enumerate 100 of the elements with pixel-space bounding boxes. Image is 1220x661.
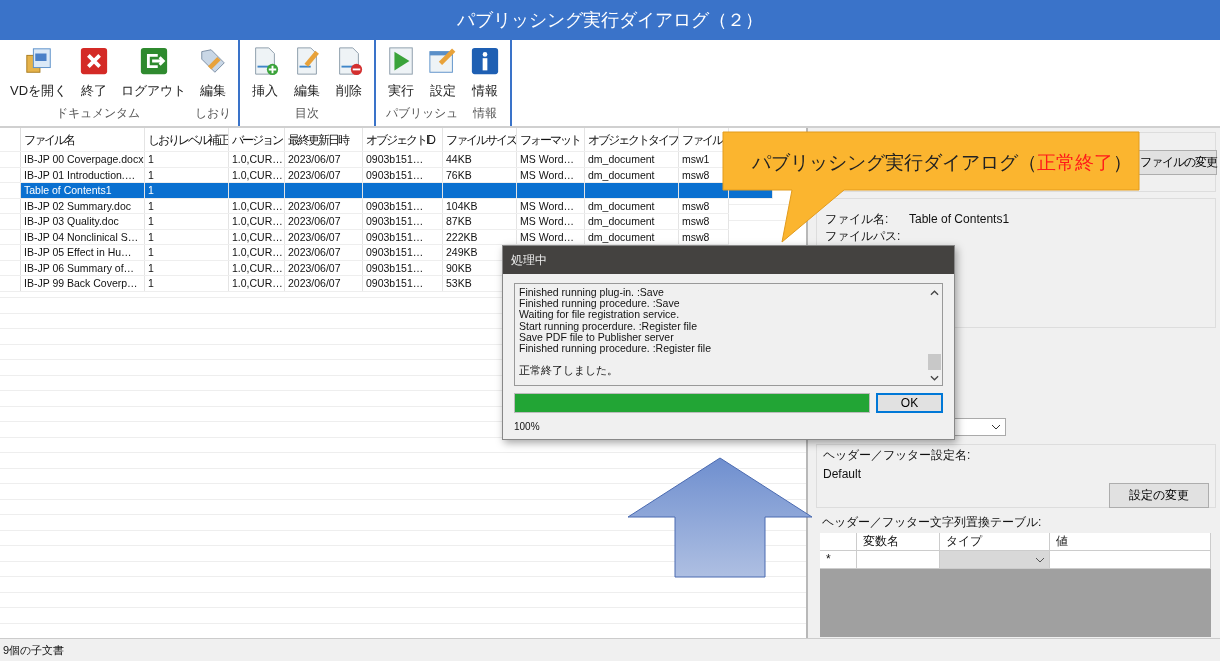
log-line: Waiting for file registration service. (519, 309, 681, 321)
table-cell: dm_document (585, 214, 679, 229)
table-cell: MS Word… (517, 152, 585, 167)
table-cell: 0903b151… (363, 229, 443, 244)
table-cell: dm_document (585, 152, 679, 167)
table-cell: 0903b151… (363, 245, 443, 260)
toolbar-button[interactable]: 編集 (192, 46, 235, 100)
toolbar-button[interactable]: 編集 (286, 46, 329, 100)
table-cell: msw8 (679, 198, 729, 213)
table-cell: 1.0,CUR… (229, 152, 285, 167)
toolbar-button[interactable]: 設定 (422, 46, 465, 100)
field-value: Default (823, 467, 863, 481)
table-row[interactable]: IB-JP 03 Quality.doc 1 1.0,CUR… 2023/06/07 0903b151… 87KB MS Word… dm_document msw8 (0, 214, 729, 230)
table-cell: 1 (145, 167, 229, 182)
table-cell: 1.0,CUR… (229, 214, 285, 229)
chevron-down-icon (930, 375, 939, 381)
column-header[interactable]: しおりレベル補正 (145, 128, 229, 151)
table-cell: msw8 (679, 214, 729, 229)
column-header[interactable]: フォーマット (517, 128, 585, 151)
toolbar-button[interactable]: 挿入 (244, 46, 287, 100)
column-header[interactable]: ファイル名 (21, 128, 145, 151)
log-line: Finished running procedure. :Save (519, 298, 681, 310)
table-row[interactable]: Table of Contents1 1 (0, 183, 773, 199)
log-line: Start running procerdure. :Register file (519, 320, 698, 332)
table-cell: IB-JP 00 Coverpage.docx (21, 152, 145, 167)
table-cell: dm_document (585, 198, 679, 213)
table-cell: 2023/06/07 (285, 167, 363, 182)
table-cell: dm_document (585, 167, 679, 182)
chevron-down-icon (991, 424, 1001, 430)
table-cell: 2023/06/07 (285, 229, 363, 244)
column-header[interactable]: 値 (1050, 533, 1211, 550)
column-header[interactable]: 変数名 (857, 533, 940, 550)
table-cell: IB-JP 03 Quality.doc (21, 214, 145, 229)
exit-icon (138, 46, 169, 76)
toolbar-button[interactable]: 終了 (73, 46, 116, 100)
table-cell: MS Word… (517, 167, 585, 182)
table-cell: 1 (145, 198, 229, 213)
table-cell: 1 (145, 183, 229, 198)
change-settings-button[interactable]: 設定の変更 (1109, 483, 1209, 508)
table-cell: 1.0,CUR… (229, 260, 285, 275)
table-cell: 76KB (443, 167, 517, 182)
table-cell: 2023/06/07 (285, 245, 363, 260)
field-label: ヘッダー／フッター設定名: (823, 447, 972, 464)
table-cell: IB-JP 01 Introduction.… (21, 167, 145, 182)
table-cell: 2023/06/07 (285, 214, 363, 229)
table-cell: 0903b151… (363, 167, 443, 182)
type-dropdown[interactable] (940, 551, 1050, 568)
group-label: 目次 (295, 105, 320, 122)
column-header[interactable]: オブジェクトタイプ (585, 128, 679, 151)
table-cell: MS Word… (517, 214, 585, 229)
chevron-up-icon (930, 290, 939, 296)
table-cell: 87KB (443, 214, 517, 229)
change-file-button[interactable]: ファイルの変更 (1137, 149, 1217, 175)
table-cell: 2023/06/07 (285, 152, 363, 167)
status-text: 9個の子文書 (3, 642, 65, 658)
field-label: ファイル名: (825, 212, 890, 226)
table-cell: 0903b151… (363, 152, 443, 167)
log-line: Finished running procedure. :Register file (519, 343, 713, 355)
table-cell: IB-JP 04 Nonclinical S… (21, 229, 145, 244)
table-cell: 222KB (443, 229, 517, 244)
group-label: 情報 (473, 105, 498, 122)
table-cell: MS Word… (517, 229, 585, 244)
table-cell: 1 (145, 229, 229, 244)
table-cell: 2023/06/07 (285, 198, 363, 213)
field-label: ファイルパス: (825, 229, 902, 243)
table-cell: Table of Contents1 (21, 183, 145, 198)
ok-button[interactable]: OK (876, 393, 943, 413)
toolbar-button[interactable]: VDを開く (4, 46, 74, 100)
close-icon (79, 46, 110, 76)
table-cell: 0903b151… (363, 198, 443, 213)
toolbar-button[interactable]: 情報 (464, 46, 507, 100)
table-cell: IB-JP 05 Effect in Hu… (21, 245, 145, 260)
table-cell: msw8 (679, 229, 729, 244)
column-header[interactable]: バージョン (229, 128, 285, 151)
log-line: Save PDF file to Publisher server (519, 331, 674, 343)
column-header[interactable]: ファイルサイズ (443, 128, 517, 151)
column-header[interactable]: タイプ (940, 533, 1050, 550)
table-cell: 1.0,CUR… (229, 276, 285, 291)
table-cell: 104KB (443, 198, 517, 213)
table-cell: MS Word… (517, 198, 585, 213)
folder-document-icon (23, 46, 54, 76)
toolbar-button[interactable]: ログアウト (115, 46, 193, 100)
table-cell: 0903b151… (363, 276, 443, 291)
column-header[interactable]: 最終更新日時 (285, 128, 363, 151)
chevron-down-icon (1035, 556, 1045, 563)
table-cell: 1 (145, 260, 229, 275)
column-header[interactable]: オブジェクトID (363, 128, 443, 151)
scrollbar-thumb[interactable] (928, 354, 941, 370)
table-cell: 1 (145, 152, 229, 167)
field-value: Table of Contents1 (909, 212, 1010, 226)
table-cell: 0903b151… (363, 214, 443, 229)
table-cell: dm_document (585, 229, 679, 244)
log-message: 正常終了しました。 (519, 365, 619, 377)
toolbar-button[interactable]: 削除 (328, 46, 371, 100)
table-cell: 1.0,CUR… (229, 198, 285, 213)
table-cell: 44KB (443, 152, 517, 167)
table-cell: 1 (145, 245, 229, 260)
toolbar-button[interactable]: 実行 (380, 46, 423, 100)
table-cell: 1 (145, 214, 229, 229)
table-cell: 1.0,CUR… (229, 167, 285, 182)
